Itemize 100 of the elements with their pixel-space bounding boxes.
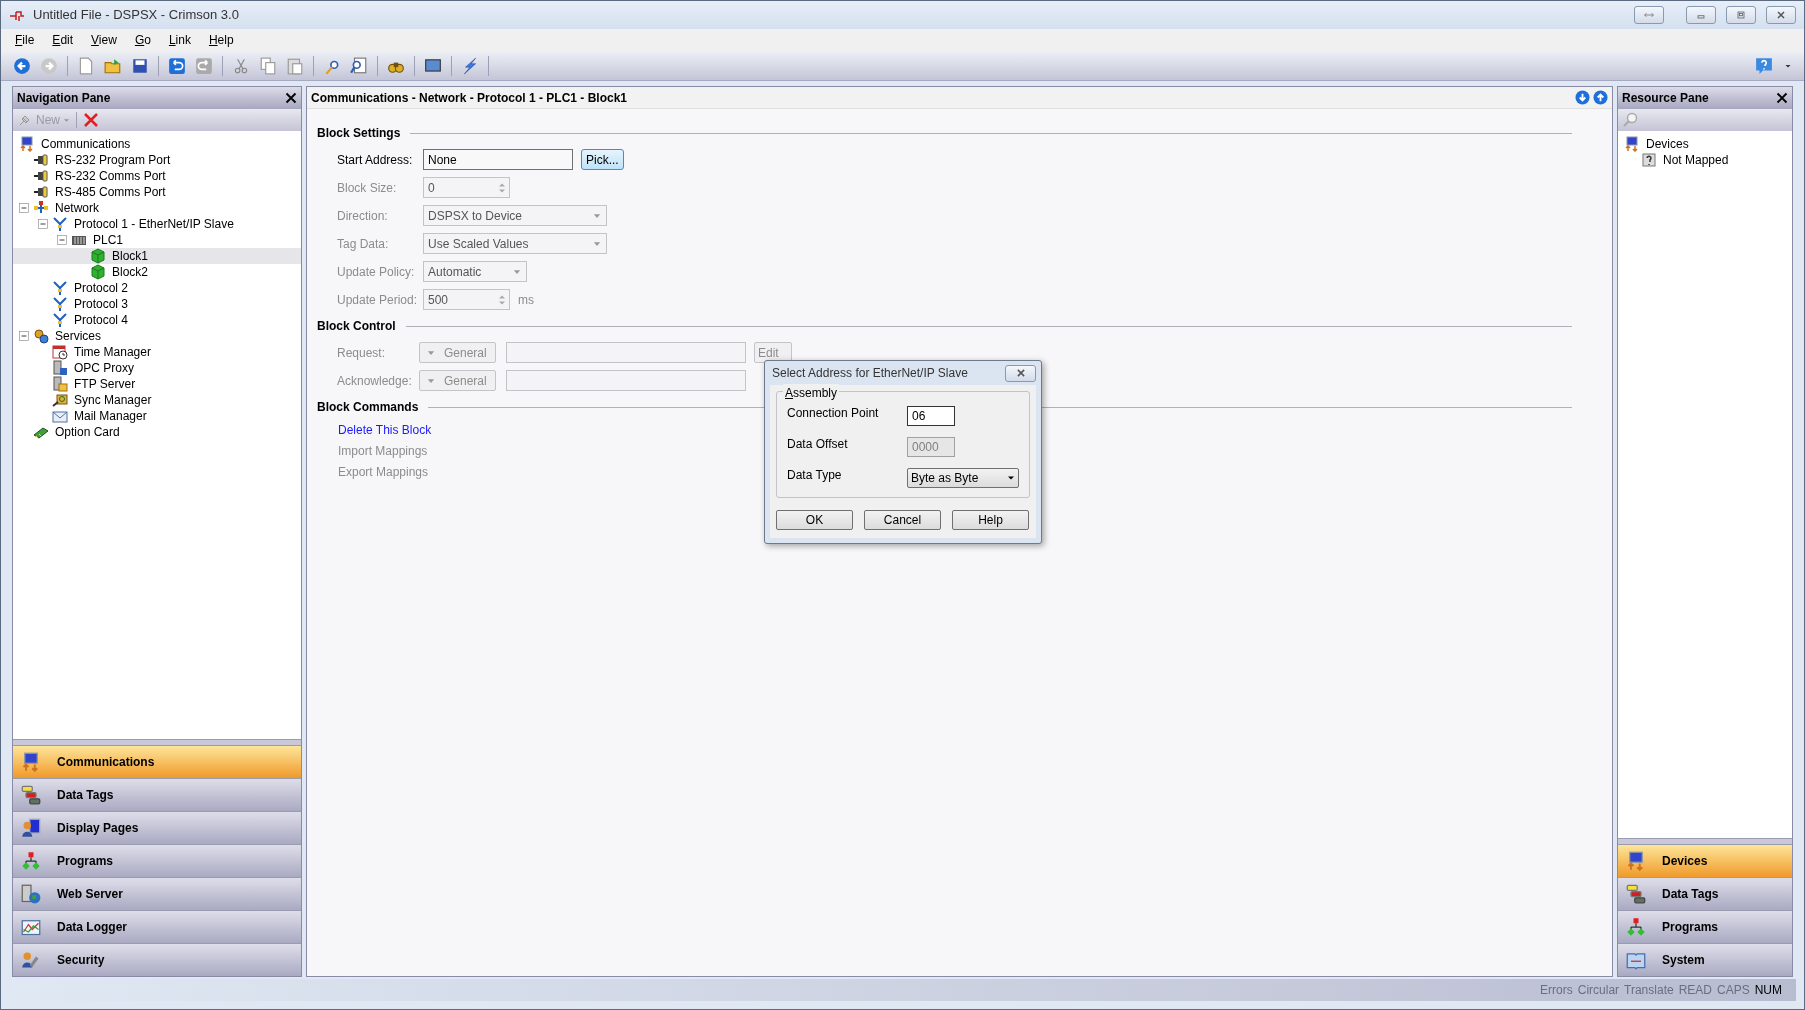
monitor-icon[interactable] bbox=[424, 56, 442, 75]
cube-icon bbox=[90, 248, 106, 264]
field-label: Tag Data: bbox=[337, 235, 390, 253]
menu-item[interactable]: Help bbox=[206, 31, 236, 49]
collapse-icon[interactable] bbox=[57, 235, 67, 245]
section-button[interactable]: Display Pages bbox=[13, 811, 301, 844]
collapse-icon[interactable] bbox=[38, 219, 48, 229]
dialog-button[interactable]: Cancel bbox=[864, 510, 941, 530]
section-button[interactable]: Web Server bbox=[13, 877, 301, 910]
field-label: Data Type bbox=[787, 467, 843, 484]
section-button[interactable]: Programs bbox=[1618, 910, 1792, 943]
input-field[interactable] bbox=[506, 342, 746, 363]
maximize-button[interactable] bbox=[1726, 6, 1756, 24]
tree-item[interactable]: Sync Manager bbox=[72, 391, 154, 409]
dropdown[interactable]: Byte as Byte bbox=[907, 468, 1019, 488]
tree-item[interactable]: Block1 bbox=[110, 247, 151, 265]
caret-icon bbox=[1007, 474, 1015, 482]
field-label: Block Size: bbox=[337, 179, 398, 197]
find-page-icon[interactable] bbox=[350, 56, 368, 75]
section-button[interactable]: Communications bbox=[13, 745, 301, 778]
pick-button[interactable]: Pick... bbox=[581, 149, 624, 170]
lightning-icon[interactable] bbox=[461, 56, 479, 75]
status-indicator: Circular bbox=[1577, 982, 1620, 999]
tree-item[interactable]: Time Manager bbox=[72, 343, 153, 361]
question-icon bbox=[1641, 152, 1657, 168]
input-field[interactable] bbox=[506, 370, 746, 391]
help-icon[interactable] bbox=[1755, 56, 1773, 75]
copy-icon[interactable] bbox=[259, 56, 277, 75]
section-button[interactable]: Programs bbox=[13, 844, 301, 877]
forward-icon[interactable] bbox=[40, 56, 58, 75]
calendar-clock-icon bbox=[52, 344, 68, 360]
section-button[interactable]: Security bbox=[13, 943, 301, 976]
section-button[interactable]: System bbox=[1618, 943, 1792, 976]
tree-item[interactable]: Devices bbox=[1644, 135, 1691, 153]
status-indicator: CAPS bbox=[1717, 982, 1750, 999]
down-arrow-icon[interactable] bbox=[1575, 90, 1590, 105]
input-field[interactable]: 06 bbox=[907, 406, 955, 426]
unit-label: ms bbox=[518, 291, 534, 309]
menu-item[interactable]: Edit bbox=[50, 31, 76, 49]
tags-icon bbox=[1626, 884, 1646, 904]
tree-item[interactable]: FTP Server bbox=[72, 375, 138, 393]
field-label: Acknowledge: bbox=[337, 372, 413, 390]
window-title: Untitled File - DSPSX - Crimson 3.0 bbox=[33, 6, 239, 25]
tree-item[interactable]: Option Card bbox=[53, 423, 122, 441]
resize-button[interactable] bbox=[1634, 6, 1664, 24]
tree-item[interactable]: Not Mapped bbox=[1661, 151, 1731, 169]
close-button[interactable] bbox=[1766, 6, 1796, 24]
back-icon[interactable] bbox=[13, 56, 31, 75]
close-icon[interactable] bbox=[285, 92, 297, 104]
tree-item[interactable]: RS-232 Comms Port bbox=[53, 167, 168, 185]
menu-item[interactable]: View bbox=[89, 31, 119, 49]
close-icon bbox=[1775, 9, 1787, 21]
close-icon[interactable] bbox=[1776, 92, 1788, 104]
field-label: Request: bbox=[337, 344, 387, 362]
tree-item[interactable]: RS-485 Comms Port bbox=[53, 183, 168, 201]
tree-item[interactable]: Block2 bbox=[110, 263, 151, 281]
search-icon[interactable] bbox=[1622, 112, 1638, 128]
line-chart-icon bbox=[21, 917, 41, 937]
menu-item[interactable]: File bbox=[13, 31, 37, 49]
section-button[interactable]: Data Tags bbox=[13, 778, 301, 811]
text-field[interactable]: None bbox=[423, 149, 573, 170]
globe-server-icon bbox=[21, 884, 41, 904]
dialog-button[interactable]: Help bbox=[952, 510, 1029, 530]
tree-item[interactable]: Communications bbox=[39, 135, 133, 153]
cut-icon[interactable] bbox=[232, 56, 250, 75]
close-button[interactable] bbox=[1005, 364, 1036, 382]
tree-item[interactable]: Protocol 4 bbox=[72, 311, 131, 329]
save-icon[interactable] bbox=[131, 56, 149, 75]
paste-icon[interactable] bbox=[286, 56, 304, 75]
tree-item[interactable]: PLC1 bbox=[91, 231, 126, 249]
status-indicator: NUM bbox=[1754, 982, 1782, 999]
redo-icon[interactable] bbox=[195, 56, 213, 75]
menu-item[interactable]: Go bbox=[132, 31, 153, 49]
tree-item[interactable]: Network bbox=[53, 199, 101, 217]
envelope-icon bbox=[52, 408, 68, 424]
tree-item[interactable]: Services bbox=[53, 327, 103, 345]
dialog-button[interactable]: OK bbox=[776, 510, 853, 530]
tree-item[interactable]: Protocol 1 - EtherNet/IP Slave bbox=[72, 215, 236, 233]
collapse-icon[interactable] bbox=[19, 203, 29, 213]
section-button[interactable]: Devices bbox=[1618, 844, 1792, 877]
network-icon bbox=[33, 200, 49, 216]
menu-item[interactable]: Link bbox=[166, 31, 193, 49]
collapse-icon[interactable] bbox=[19, 331, 29, 341]
section-button[interactable]: Data Logger bbox=[13, 910, 301, 943]
section-button[interactable]: Data Tags bbox=[1618, 877, 1792, 910]
undo-icon[interactable] bbox=[168, 56, 186, 75]
fork-icon bbox=[52, 296, 68, 312]
delete-icon[interactable] bbox=[83, 112, 99, 128]
tree-item[interactable]: Protocol 2 bbox=[72, 279, 131, 297]
tree-item[interactable]: Mail Manager bbox=[72, 407, 149, 425]
fork-icon bbox=[52, 280, 68, 296]
new-file-icon[interactable] bbox=[77, 56, 95, 75]
flowchart-icon bbox=[1626, 917, 1646, 937]
up-arrow-icon[interactable] bbox=[1593, 90, 1608, 105]
tree-item[interactable]: RS-232 Program Port bbox=[53, 151, 173, 169]
command-link[interactable]: Delete This Block bbox=[338, 421, 432, 439]
close-icon bbox=[1015, 368, 1026, 378]
minimize-button[interactable] bbox=[1686, 6, 1716, 24]
tree-item[interactable]: Protocol 3 bbox=[72, 295, 131, 313]
tree-item[interactable]: OPC Proxy bbox=[72, 359, 136, 377]
